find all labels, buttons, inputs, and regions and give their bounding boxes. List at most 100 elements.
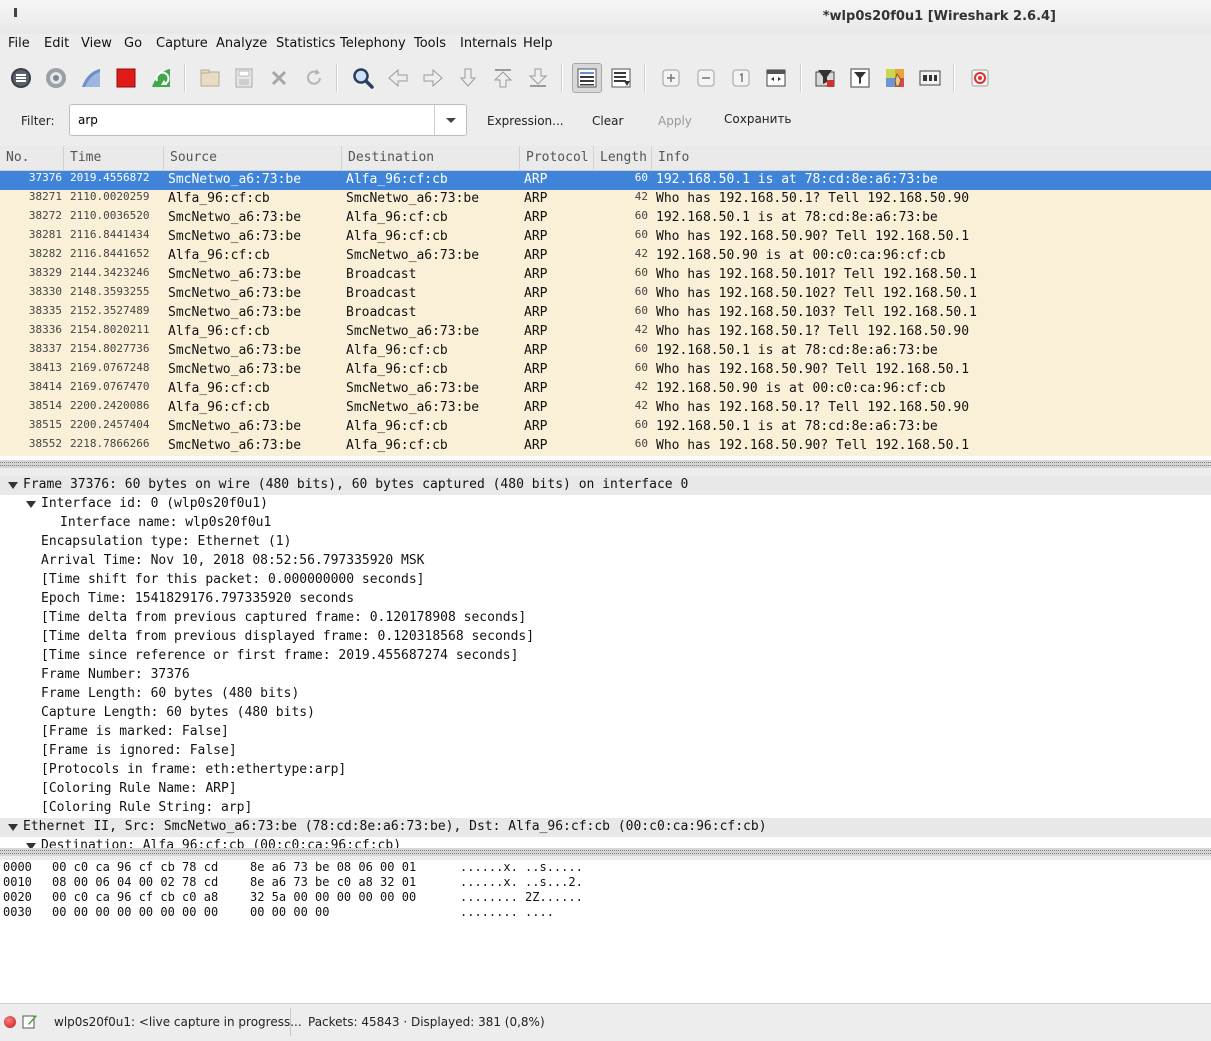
detail-field[interactable]: [Time since reference or first frame: 20… xyxy=(0,647,1211,666)
capture-status-icon[interactable] xyxy=(4,1016,16,1028)
pane-splitter-bottom[interactable] xyxy=(0,848,1211,856)
detail-field[interactable]: [Coloring Rule Name: ARP] xyxy=(0,780,1211,799)
stop-capture-icon[interactable] xyxy=(112,64,140,92)
colorize-icon[interactable] xyxy=(572,63,602,93)
clear-button[interactable]: Clear xyxy=(592,114,623,128)
resize-columns-icon[interactable] xyxy=(762,64,790,92)
menu-analyze[interactable]: Analyze xyxy=(216,36,267,51)
detail-field[interactable]: Interface id: 0 (wlp0s20f0u1) xyxy=(0,495,1211,514)
filter-combobox[interactable] xyxy=(69,104,467,136)
capture-filters-icon[interactable] xyxy=(811,64,839,92)
coloring-rules-icon[interactable] xyxy=(881,64,909,92)
detail-section-header[interactable]: Frame 37376: 60 bytes on wire (480 bits)… xyxy=(0,476,1211,495)
table-row[interactable]: 37376 2019.4556872 SmcNetwo_a6:73:be Alfa_9… xyxy=(0,171,1211,190)
detail-field[interactable]: Frame Length: 60 bytes (480 bits) xyxy=(0,685,1211,704)
detail-field[interactable]: Destination: Alfa_96:cf:cb (00:c0:ca:96:… xyxy=(0,837,1211,848)
detail-field[interactable]: Frame Number: 37376 xyxy=(0,666,1211,685)
column-time[interactable]: Time xyxy=(64,146,164,170)
menu-file[interactable]: File xyxy=(8,36,30,51)
zoom-out-icon[interactable] xyxy=(692,64,720,92)
detail-field[interactable]: [Time delta from previous displayed fram… xyxy=(0,628,1211,647)
expand-arrow-icon[interactable] xyxy=(26,501,36,508)
find-packet-icon[interactable] xyxy=(349,64,377,92)
column-info[interactable]: Info xyxy=(652,146,1211,170)
interfaces-icon[interactable] xyxy=(7,64,35,92)
table-row[interactable]: 38335 2152.3527489 SmcNetwo_a6:73:be Broadc… xyxy=(0,304,1211,323)
go-to-packet-icon[interactable] xyxy=(454,64,482,92)
display-filters-icon[interactable] xyxy=(846,64,874,92)
help-icon[interactable] xyxy=(966,64,994,92)
detail-field[interactable]: Capture Length: 60 bytes (480 bits) xyxy=(0,704,1211,723)
detail-field[interactable]: [Frame is marked: False] xyxy=(0,723,1211,742)
options-icon[interactable] xyxy=(42,64,70,92)
column-protocol[interactable]: Protocol xyxy=(520,146,594,170)
menu-go[interactable]: Go xyxy=(124,36,142,51)
detail-field[interactable]: [Frame is ignored: False] xyxy=(0,742,1211,761)
expand-arrow-icon[interactable] xyxy=(8,482,18,489)
detail-field[interactable]: Epoch Time: 1541829176.797335920 seconds xyxy=(0,590,1211,609)
reload-file-icon[interactable] xyxy=(300,64,328,92)
detail-field[interactable]: [Protocols in frame: eth:ethertype:arp] xyxy=(0,761,1211,780)
table-row[interactable]: 38336 2154.8020211 Alfa_96:cf:cb SmcNetwo_a… xyxy=(0,323,1211,342)
menu-help[interactable]: Help xyxy=(523,36,553,51)
preferences-icon[interactable] xyxy=(916,64,944,92)
table-row[interactable]: 38414 2169.0767470 Alfa_96:cf:cb SmcNetwo_a… xyxy=(0,380,1211,399)
expression-button[interactable]: Expression... xyxy=(487,114,564,128)
hex-row[interactable]: 0030 00 00 00 00 00 00 00 00 00 00 00 00..… xyxy=(0,905,1211,920)
menu-telephony[interactable]: Telephony xyxy=(340,36,406,51)
detail-field[interactable]: Arrival Time: Nov 10, 2018 08:52:56.7973… xyxy=(0,552,1211,571)
save-filter-button[interactable]: Сохранить xyxy=(724,112,792,126)
zoom-in-icon[interactable] xyxy=(657,64,685,92)
packet-bytes[interactable]: 0000 00 c0 ca 96 cf cb 78 cd 8e a6 73 be 0… xyxy=(0,860,1211,1003)
menu-view[interactable]: View xyxy=(81,36,112,51)
detail-field[interactable]: Interface name: wlp0s20f0u1 xyxy=(0,514,1211,533)
table-row[interactable]: 38271 2110.0020259 Alfa_96:cf:cb SmcNetwo_a… xyxy=(0,190,1211,209)
open-file-icon[interactable] xyxy=(196,64,224,92)
column-source[interactable]: Source xyxy=(164,146,342,170)
go-forward-icon[interactable] xyxy=(419,64,447,92)
apply-button[interactable]: Apply xyxy=(658,114,692,128)
filter-dropdown-icon[interactable] xyxy=(434,105,466,135)
save-file-icon[interactable] xyxy=(230,64,258,92)
menu-statistics[interactable]: Statistics xyxy=(276,36,335,51)
menu-capture[interactable]: Capture xyxy=(156,36,208,51)
go-first-icon[interactable] xyxy=(489,64,517,92)
go-last-icon[interactable] xyxy=(524,64,552,92)
detail-field[interactable]: Encapsulation type: Ethernet (1) xyxy=(0,533,1211,552)
table-row[interactable]: 38282 2116.8441652 Alfa_96:cf:cb SmcNetwo_a… xyxy=(0,247,1211,266)
table-row[interactable]: 38330 2148.3593255 SmcNetwo_a6:73:be Broadc… xyxy=(0,285,1211,304)
detail-field[interactable]: [Coloring Rule String: arp] xyxy=(0,799,1211,818)
column-length[interactable]: Length xyxy=(594,146,652,170)
packet-details[interactable]: Frame 37376: 60 bytes on wire (480 bits)… xyxy=(0,476,1211,848)
menu-internals[interactable]: Internals xyxy=(460,36,517,51)
table-row[interactable]: 38515 2200.2457404 SmcNetwo_a6:73:be Alfa_9… xyxy=(0,418,1211,437)
table-row[interactable]: 38413 2169.0767248 SmcNetwo_a6:73:be Alfa_9… xyxy=(0,361,1211,380)
edit-comment-icon[interactable] xyxy=(22,1013,38,1029)
table-row[interactable]: 38329 2144.3423246 SmcNetwo_a6:73:be Broadc… xyxy=(0,266,1211,285)
expand-arrow-icon[interactable] xyxy=(8,824,18,831)
table-row[interactable]: 38514 2200.2420086 Alfa_96:cf:cb SmcNetwo_a… xyxy=(0,399,1211,418)
pane-splitter-top[interactable] xyxy=(0,460,1211,468)
go-back-icon[interactable] xyxy=(384,64,412,92)
filter-input[interactable] xyxy=(78,111,428,129)
hex-row[interactable]: 0000 00 c0 ca 96 cf cb 78 cd 8e a6 73 be 0… xyxy=(0,860,1211,875)
detail-field[interactable]: [Time shift for this packet: 0.000000000… xyxy=(0,571,1211,590)
autoscroll-icon[interactable] xyxy=(607,64,635,92)
table-row[interactable]: 38337 2154.8027736 SmcNetwo_a6:73:be Alfa_9… xyxy=(0,342,1211,361)
detail-field[interactable]: [Time delta from previous captured frame… xyxy=(0,609,1211,628)
start-capture-icon[interactable] xyxy=(77,64,105,92)
table-row[interactable]: 38281 2116.8441434 SmcNetwo_a6:73:be Alfa_9… xyxy=(0,228,1211,247)
menu-edit[interactable]: Edit xyxy=(44,36,69,51)
detail-section-header[interactable]: Ethernet II, Src: SmcNetwo_a6:73:be (78:… xyxy=(0,818,1211,837)
hex-row[interactable]: 0010 08 00 06 04 00 02 78 cd 8e a6 73 be c… xyxy=(0,875,1211,890)
restart-capture-icon[interactable] xyxy=(147,64,175,92)
normal-size-icon[interactable] xyxy=(727,64,755,92)
packet-list[interactable]: No. Time Source Destination Protocol Len… xyxy=(0,146,1211,460)
table-row[interactable]: 38552 2218.7866266 SmcNetwo_a6:73:be Alfa_9… xyxy=(0,437,1211,456)
hex-row[interactable]: 0020 00 c0 ca 96 cf cb c0 a8 32 5a 00 00 0… xyxy=(0,890,1211,905)
menu-tools[interactable]: Tools xyxy=(414,36,446,51)
close-file-icon[interactable] xyxy=(265,64,293,92)
table-row[interactable]: 38272 2110.0036520 SmcNetwo_a6:73:be Alfa_9… xyxy=(0,209,1211,228)
column-no[interactable]: No. xyxy=(0,146,64,170)
column-destination[interactable]: Destination xyxy=(342,146,520,170)
